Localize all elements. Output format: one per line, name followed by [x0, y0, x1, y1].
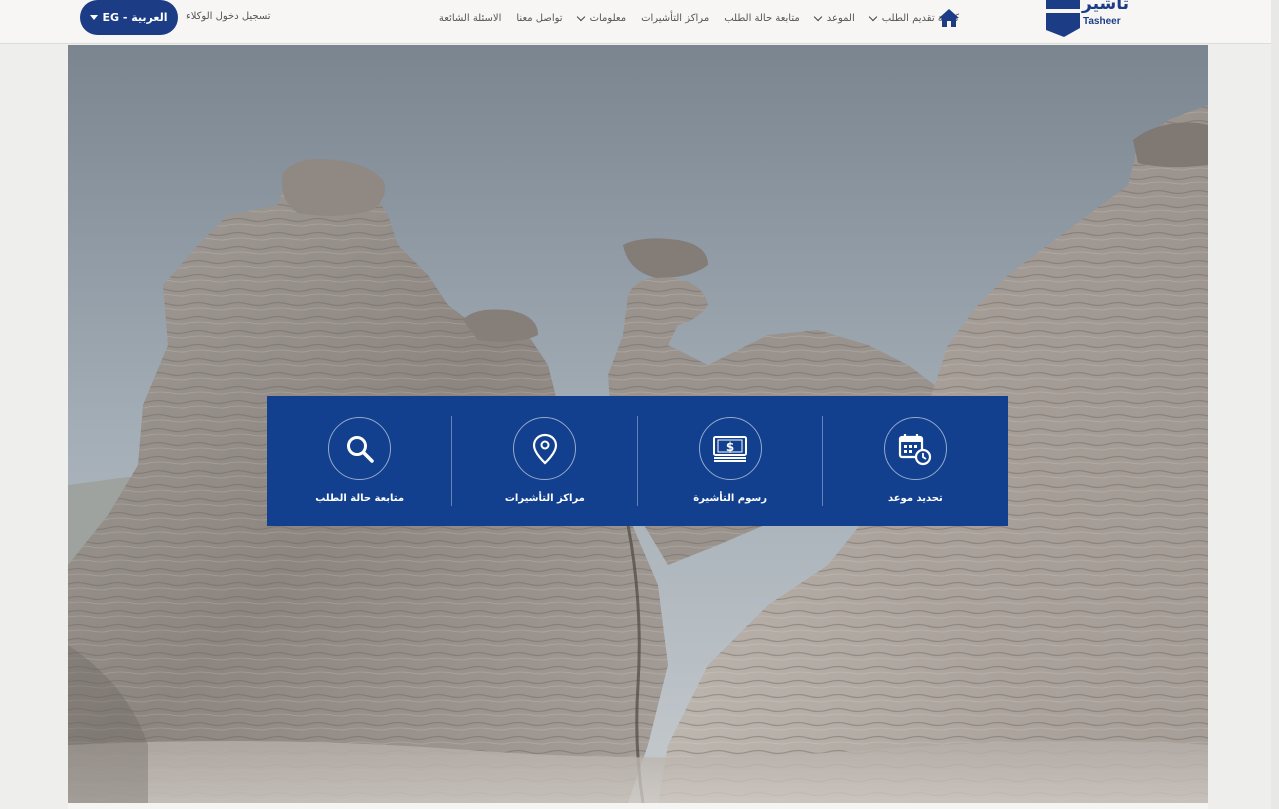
tasheer-logo[interactable]: تأشير Tasheer: [1044, 0, 1130, 38]
nav-item-information[interactable]: معلومات: [576, 12, 627, 24]
nav-item-label: معلومات: [589, 12, 627, 24]
chevron-down-icon: [576, 12, 585, 21]
calendar-clock-icon: [883, 417, 947, 480]
service-label: متابعة حالة الطلب: [315, 493, 405, 504]
nav-item-label: مراكز التأشيرات: [641, 12, 710, 24]
svg-text:$: $: [726, 440, 734, 454]
chevron-down-icon: [813, 12, 822, 21]
site-header: EG - العربية تسجيل دخول الوكلاء كيفية تق…: [0, 0, 1279, 44]
quick-services-panel: تحديد موعد $ رسوم التأشيرة مراكز التأشير…: [267, 396, 1008, 526]
chevron-down-icon: [868, 12, 877, 21]
nav-item-appointment[interactable]: الموعد: [813, 12, 855, 24]
nav-item-track-application[interactable]: متابعة حالة الطلب: [724, 13, 800, 24]
agent-login-link[interactable]: تسجيل دخول الوكلاء: [186, 11, 271, 22]
language-selector-label: EG - العربية: [102, 11, 168, 24]
logo-english-text: Tasheer: [1083, 16, 1121, 27]
caret-down-icon: [90, 15, 99, 20]
language-selector-button[interactable]: EG - العربية: [80, 0, 178, 35]
nav-item-visa-centers[interactable]: مراكز التأشيرات: [641, 13, 709, 24]
scrollbar[interactable]: [1271, 0, 1279, 809]
nav-item-label: الاسئلة الشائعة: [438, 12, 502, 24]
service-visa-fees[interactable]: $ رسوم التأشيرة: [638, 396, 824, 526]
nav-item-label: متابعة حالة الطلب: [724, 12, 800, 24]
nav-item-label: الموعد: [826, 12, 855, 24]
nav-item-contact-us[interactable]: تواصل معنا: [516, 13, 562, 24]
nav-item-label: تواصل معنا: [516, 12, 563, 24]
service-visa-centers[interactable]: مراكز التأشيرات: [452, 396, 638, 526]
logo-arabic-text: تأشير: [1082, 0, 1129, 14]
service-track-application[interactable]: متابعة حالة الطلب: [267, 396, 453, 526]
money-icon: $: [698, 417, 762, 480]
logo-mark-icon: [1046, 0, 1080, 37]
service-book-appointment[interactable]: تحديد موعد: [823, 396, 1008, 526]
nav-item-faq[interactable]: الاسئلة الشائعة: [439, 13, 502, 24]
location-pin-icon: [513, 417, 577, 480]
page-bottom-strip: [68, 803, 1208, 809]
service-label: مراكز التأشيرات: [504, 493, 585, 504]
main-nav: كيفية تقديم الطلب الموعد متابعة حالة الط…: [439, 0, 959, 36]
search-icon: [328, 417, 392, 480]
service-label: رسوم التأشيرة: [693, 493, 767, 504]
home-icon[interactable]: [938, 8, 960, 28]
service-label: تحديد موعد: [887, 493, 943, 504]
